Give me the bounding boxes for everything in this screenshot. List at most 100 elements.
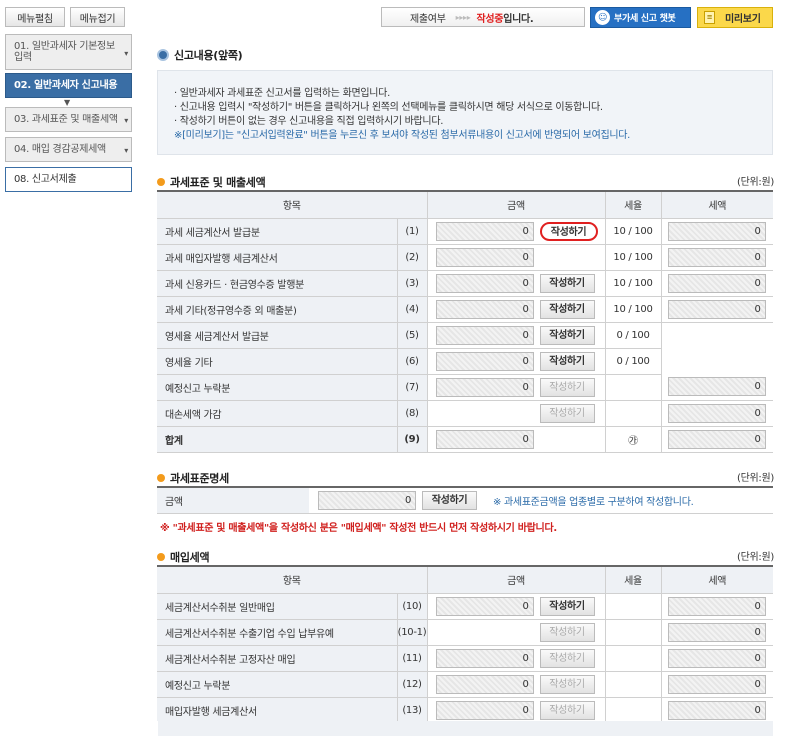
sidebar-item-label: 03. 과세표준 및 매출세액 <box>14 114 118 125</box>
table-row: 대손세액 가감 (8) 작성하기 0 <box>157 400 773 427</box>
write-button[interactable]: 작성하기 <box>539 622 595 642</box>
row-label: 세금계산서수취분 수출기업 수입 납부유예 <box>157 619 397 646</box>
chatbot-button[interactable]: ☺ 부가세 신고 챗봇 <box>590 7 691 28</box>
write-button[interactable]: 작성하기 <box>539 351 595 371</box>
tax-input[interactable]: 0 <box>667 674 766 694</box>
write-button[interactable]: 작성하기 <box>539 273 595 293</box>
amount-input[interactable]: 0 <box>435 221 534 241</box>
write-button[interactable]: 작성하기 <box>539 596 595 616</box>
row-number: (10) <box>396 593 427 620</box>
sidebar-item-report[interactable]: 02. 일반과세자 신고내용 <box>5 73 132 98</box>
amount-cell: 0 <box>426 244 605 271</box>
tax-input[interactable]: 0 <box>667 596 766 616</box>
row-label: 과세 기타(정규영수증 외 매출분) <box>157 296 397 323</box>
rate-cell <box>604 400 661 427</box>
table-row: 합계 (9) 0 ㉮ 0 <box>157 426 773 453</box>
tax-input[interactable]: 0 <box>667 221 766 241</box>
submission-status: 제출여부 ▸▸▸▸ 작성중 입니다. <box>381 7 585 27</box>
table-row: 과세 매입자발행 세금계산서 (2) 0 10 / 100 0 <box>157 244 773 271</box>
sidebar-item-sales[interactable]: 03. 과세표준 및 매출세액 ▾ <box>5 107 132 132</box>
bullet-icon <box>157 49 169 61</box>
amount-input[interactable]: 0 <box>435 351 534 371</box>
info-box: · 일반과세자 과세표준 신고서를 입력하는 화면입니다. · 신고내용 입력시… <box>157 70 773 155</box>
rate-cell <box>604 697 661 724</box>
chatbot-icon: ☺ <box>595 10 610 25</box>
base-amount-input[interactable]: 0 <box>318 491 416 510</box>
write-button[interactable]: 작성하기 <box>539 648 595 668</box>
amount-input[interactable]: 0 <box>435 648 534 668</box>
base-label: 금액 <box>157 488 309 513</box>
rate-cell <box>604 619 661 646</box>
tax-input[interactable]: 0 <box>667 299 766 319</box>
tax-cell: 0 <box>660 218 773 245</box>
write-button[interactable]: 작성하기 <box>539 674 595 694</box>
tax-cell <box>660 322 773 348</box>
rate-cell <box>604 645 661 672</box>
amount-input[interactable]: 0 <box>435 377 534 397</box>
preview-button[interactable]: ≡ 미리보기 <box>697 7 773 28</box>
write-button[interactable]: 작성하기 <box>539 221 598 241</box>
row-number: (1) <box>396 218 427 245</box>
tax-cell: 0 <box>660 593 773 620</box>
tax-input[interactable]: 0 <box>667 247 766 267</box>
info-line: · 신고내용 입력시 "작성하기" 버튼을 클릭하거나 왼쪽의 선택메뉴를 클릭… <box>174 102 603 113</box>
write-button[interactable]: 작성하기 <box>539 700 595 720</box>
status-label: 제출여부 <box>410 13 446 25</box>
base-write-button[interactable]: 작성하기 <box>422 491 477 510</box>
unit-label: (단위:원) <box>737 552 774 563</box>
sidebar-item-purchase-deduction[interactable]: 04. 매입 경감공제세액 ▾ <box>5 137 132 162</box>
sidebar-item-label: 01. 일반과세자 기본정보 입력 <box>14 41 115 63</box>
tax-cell: 0 <box>660 374 773 401</box>
column-header: 항목 <box>157 191 427 219</box>
write-button[interactable]: 작성하기 <box>539 403 595 423</box>
tax-input[interactable]: 0 <box>667 377 766 397</box>
row-number: (12) <box>396 671 427 698</box>
amount-input[interactable]: 0 <box>435 273 534 293</box>
tax-input[interactable]: 0 <box>667 700 766 720</box>
section-bullet-icon <box>157 474 165 482</box>
tax-input[interactable]: 0 <box>667 622 766 642</box>
row-number: (6) <box>396 348 427 375</box>
column-header: 세액 <box>660 191 773 219</box>
unit-label: (단위:원) <box>737 177 774 188</box>
amount-input[interactable]: 0 <box>435 429 534 449</box>
rate-cell: 10 / 100 <box>604 296 661 323</box>
menu-collapse-button[interactable]: 메뉴접기 <box>70 7 125 27</box>
sidebar-item-submit[interactable]: 08. 신고서제출 <box>5 167 132 192</box>
tax-input[interactable]: 0 <box>667 273 766 293</box>
rate-cell: 10 / 100 <box>604 218 661 245</box>
tax-input[interactable]: 0 <box>667 648 766 668</box>
table-header-row: 항목 금액 세율 세액 <box>157 566 773 594</box>
chevron-down-icon: ▾ <box>124 116 128 125</box>
amount-cell: 0 작성하기 <box>426 374 605 401</box>
row-number: (5) <box>396 322 427 349</box>
tax-input[interactable]: 0 <box>667 403 766 423</box>
sales-table: 항목 금액 세율 세액 과세 세금계산서 발급분 (1) 0 작성하기 10 / 100… <box>157 190 773 453</box>
row-label: 세금계산서수취분 고정자산 매입 <box>157 645 397 672</box>
row-label: 매입자발행 세금계산서 <box>157 697 397 724</box>
amount-input[interactable]: 0 <box>435 596 534 616</box>
amount-input[interactable]: 0 <box>435 247 534 267</box>
amount-cell: 0 작성하기 <box>426 270 605 297</box>
chevron-down-icon: ▾ <box>124 49 128 58</box>
write-button[interactable]: 작성하기 <box>539 377 595 397</box>
rate-cell: 10 / 100 <box>604 244 661 271</box>
sidebar-item-label: 08. 신고서제출 <box>14 174 77 185</box>
menu-expand-button[interactable]: 메뉴펼침 <box>5 7 65 27</box>
page-title-text: 신고내용(앞쪽) <box>174 49 243 62</box>
table-row: 과세 세금계산서 발급분 (1) 0 작성하기 10 / 100 0 <box>157 218 773 245</box>
sidebar-item-label: 02. 일반과세자 신고내용 <box>14 80 118 91</box>
amount-input[interactable]: 0 <box>435 700 534 720</box>
amount-input[interactable]: 0 <box>435 674 534 694</box>
status-value: 작성중 <box>476 13 504 25</box>
sidebar-item-basic-info[interactable]: 01. 일반과세자 기본정보 입력 ▾ <box>5 34 132 70</box>
chevron-down-icon: ▾ <box>124 146 128 155</box>
amount-input[interactable]: 0 <box>435 325 534 345</box>
section-bullet-icon <box>157 178 165 186</box>
row-label: 영세율 기타 <box>157 348 397 375</box>
amount-input[interactable]: 0 <box>435 299 534 319</box>
write-button[interactable]: 작성하기 <box>539 299 595 319</box>
row-number: (2) <box>396 244 427 271</box>
write-button[interactable]: 작성하기 <box>539 325 595 345</box>
tax-input[interactable]: 0 <box>667 429 766 449</box>
